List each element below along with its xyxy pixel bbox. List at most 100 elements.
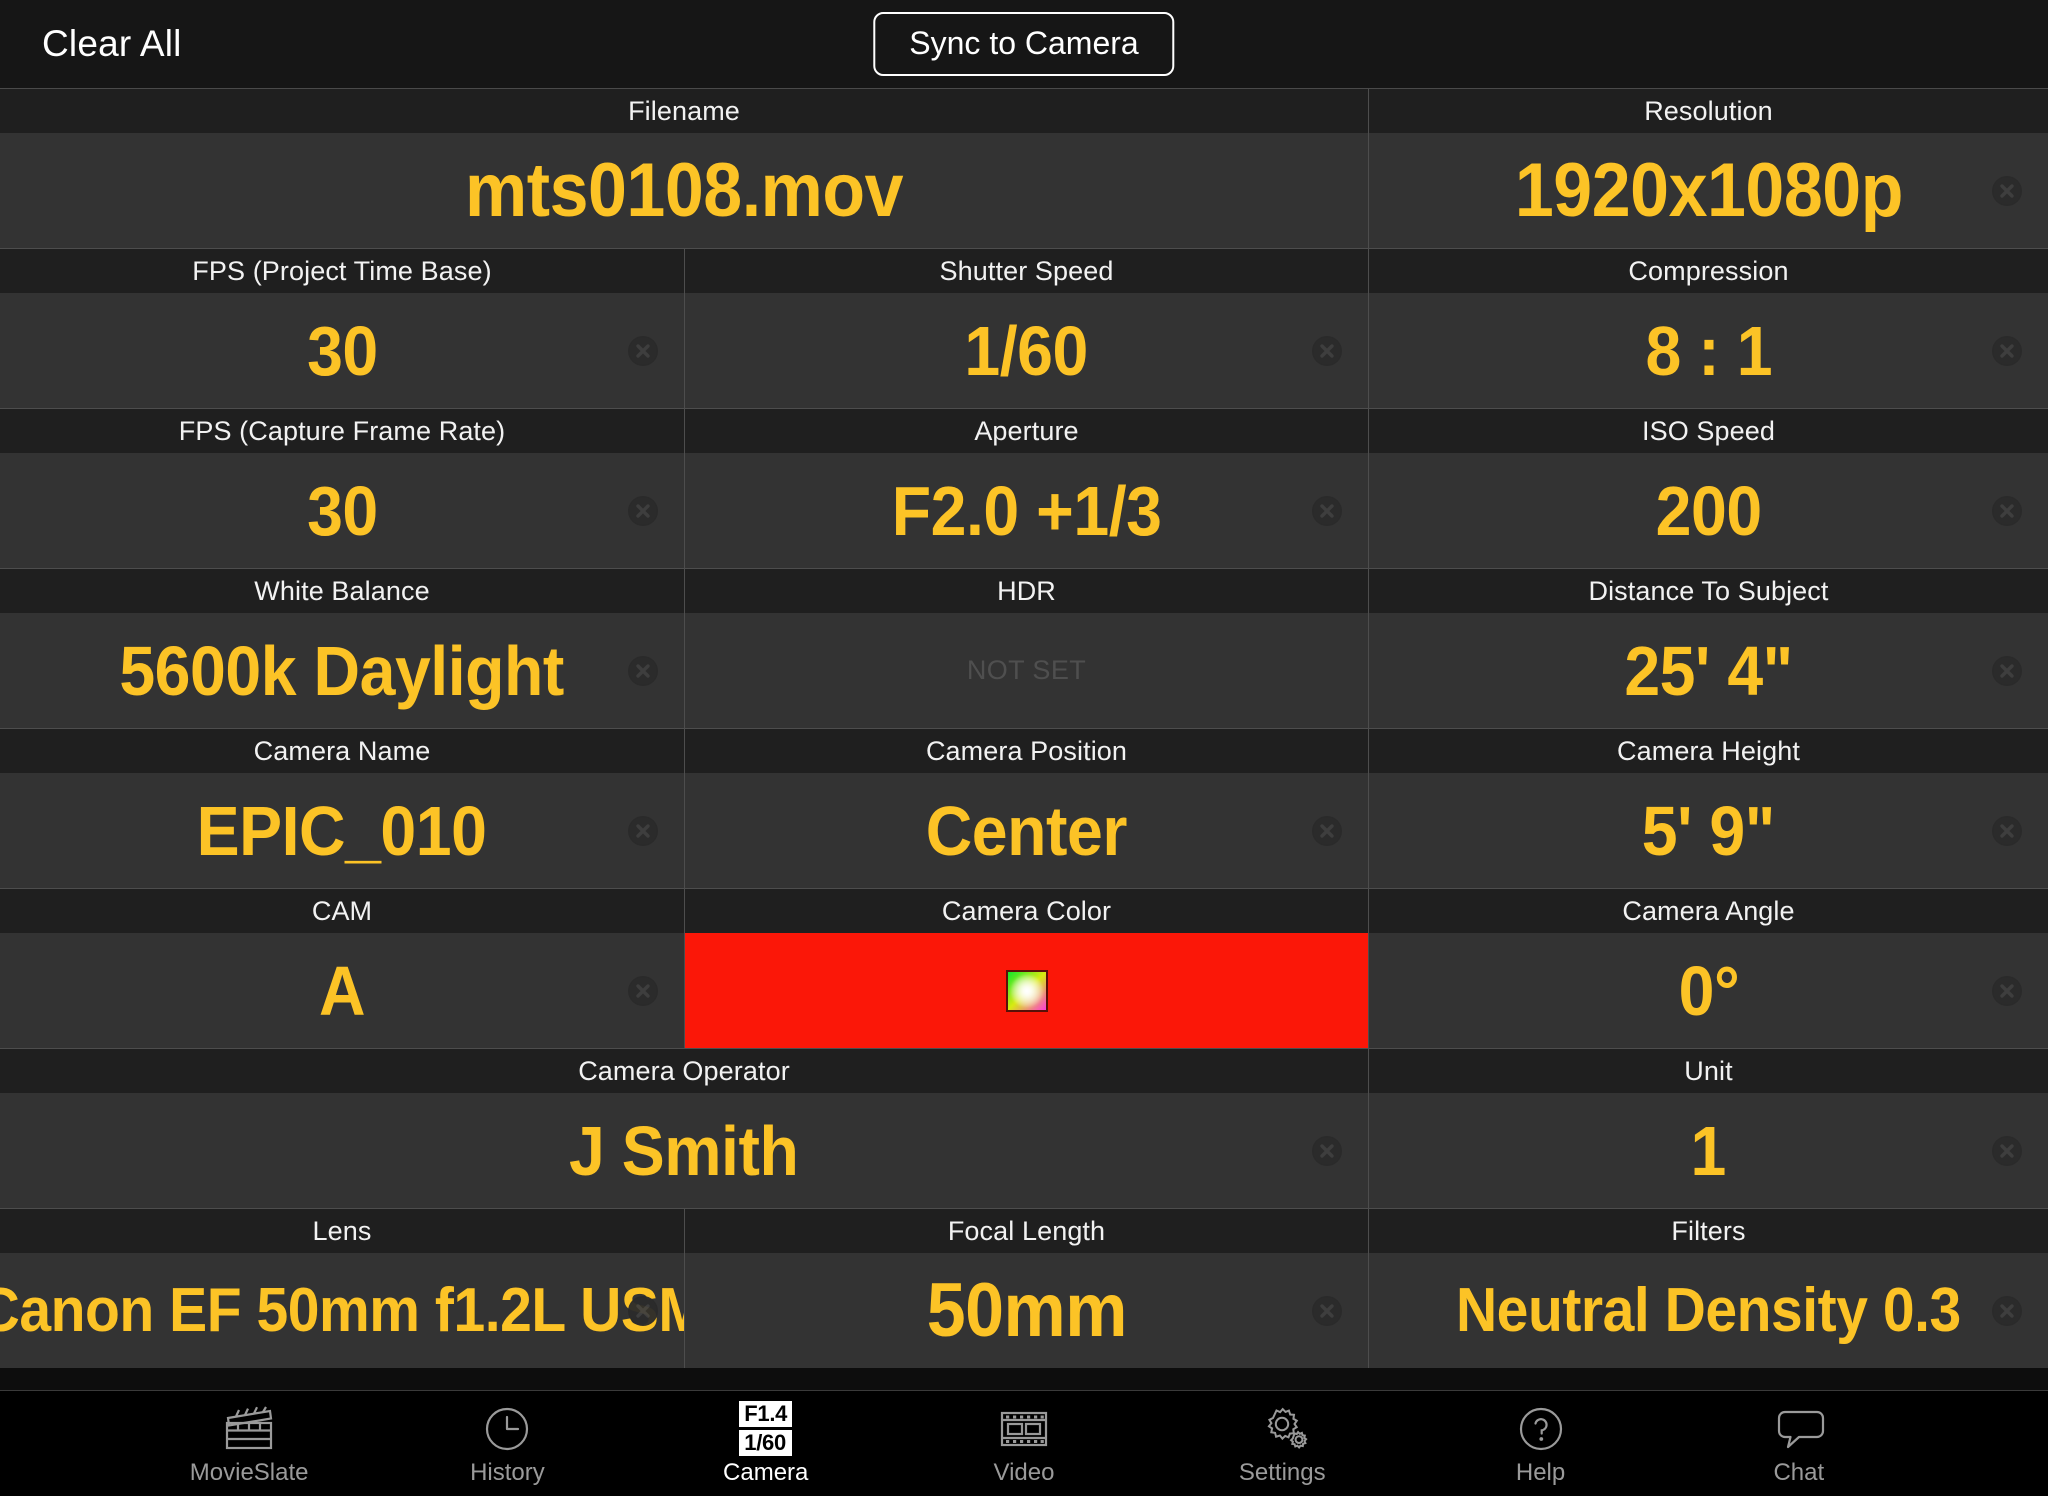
clear-field-icon[interactable] <box>1992 175 2022 206</box>
clear-field-icon[interactable] <box>1312 495 1342 526</box>
tab-history[interactable]: History <box>378 1391 636 1496</box>
clear-all-button[interactable]: Clear All <box>42 23 182 65</box>
field-value: Neutral Density 0.3 <box>1456 1275 1961 1345</box>
field-lens[interactable]: Lens Canon EF 50mm f1.2L USM <box>0 1209 684 1368</box>
field-label: Aperture <box>685 409 1368 453</box>
field-camera-name[interactable]: Camera Name EPIC_010 <box>0 729 684 888</box>
field-filters[interactable]: Filters Neutral Density 0.3 <box>1368 1209 2048 1368</box>
field-label: Camera Angle <box>1369 889 2048 933</box>
clear-field-icon[interactable] <box>1312 815 1342 846</box>
field-body[interactable]: 5600k Daylight <box>0 613 684 728</box>
field-label: Resolution <box>1369 89 2048 133</box>
clapperboard-icon <box>223 1403 275 1455</box>
field-iso-speed[interactable]: ISO Speed 200 <box>1368 409 2048 568</box>
color-picker-icon[interactable] <box>1005 969 1048 1012</box>
clear-field-icon[interactable] <box>628 975 658 1006</box>
field-body[interactable]: J Smith <box>0 1093 1368 1208</box>
question-circle-icon <box>1518 1403 1564 1455</box>
speech-bubble-icon <box>1773 1403 1825 1455</box>
clear-field-icon[interactable] <box>628 815 658 846</box>
field-body[interactable]: mts0108.mov <box>0 133 1368 248</box>
clock-icon <box>484 1403 530 1455</box>
field-label: Focal Length <box>685 1209 1368 1253</box>
field-unit[interactable]: Unit 1 <box>1368 1049 2048 1208</box>
clear-field-icon[interactable] <box>1992 495 2022 526</box>
field-body[interactable]: EPIC_010 <box>0 773 684 888</box>
camera-color-swatch[interactable] <box>685 933 1368 1048</box>
field-camera-position[interactable]: Camera Position Center <box>684 729 1368 888</box>
tab-camera[interactable]: F1.4 1/60 Camera <box>637 1391 895 1496</box>
field-label: Filters <box>1369 1209 2048 1253</box>
tab-label: Chat <box>1773 1458 1825 1486</box>
clear-field-icon[interactable] <box>1992 655 2022 686</box>
field-body[interactable]: 1920x1080p <box>1369 133 2048 248</box>
field-camera-operator[interactable]: Camera Operator J Smith <box>0 1049 1368 1208</box>
field-aperture[interactable]: Aperture F2.0 +1/3 <box>684 409 1368 568</box>
field-label: Unit <box>1369 1049 2048 1093</box>
clear-field-icon[interactable] <box>1312 335 1342 366</box>
field-value: A <box>318 951 366 1030</box>
clear-field-icon[interactable] <box>1992 815 2022 846</box>
field-camera-color[interactable]: Camera Color <box>684 889 1368 1048</box>
field-body[interactable]: Neutral Density 0.3 <box>1369 1253 2048 1368</box>
field-label: Camera Color <box>685 889 1368 933</box>
clear-field-icon[interactable] <box>1992 1295 2022 1326</box>
field-body[interactable]: F2.0 +1/3 <box>685 453 1368 568</box>
field-shutter-speed[interactable]: Shutter Speed 1/60 <box>684 249 1368 408</box>
field-body[interactable]: 1 <box>1369 1093 2048 1208</box>
field-label: FPS (Project Time Base) <box>0 249 684 293</box>
field-body[interactable]: 30 <box>0 453 684 568</box>
clear-field-icon[interactable] <box>1992 1135 2022 1166</box>
field-white-balance[interactable]: White Balance 5600k Daylight <box>0 569 684 728</box>
tab-label: Camera <box>723 1458 809 1486</box>
tab-movieslate[interactable]: MovieSlate <box>120 1391 378 1496</box>
bottom-tab-bar: MovieSlate History F1.4 1/60 Camera Vide… <box>0 1390 2048 1496</box>
sync-to-camera-button[interactable]: Sync to Camera <box>873 12 1175 76</box>
field-camera-angle[interactable]: Camera Angle 0° <box>1368 889 2048 1048</box>
field-body[interactable]: Canon EF 50mm f1.2L USM <box>0 1253 684 1368</box>
field-distance-to-subject[interactable]: Distance To Subject 25' 4" <box>1368 569 2048 728</box>
field-label: Filename <box>0 89 1368 133</box>
field-body[interactable]: A <box>0 933 684 1048</box>
clear-field-icon[interactable] <box>628 335 658 366</box>
clear-field-icon[interactable] <box>1992 975 2022 1006</box>
field-resolution[interactable]: Resolution 1920x1080p <box>1368 89 2048 248</box>
field-body[interactable]: 50mm <box>685 1253 1368 1368</box>
clear-field-icon[interactable] <box>1992 335 2022 366</box>
field-fps-project-time-base[interactable]: FPS (Project Time Base) 30 <box>0 249 684 408</box>
clear-field-icon[interactable] <box>628 1295 658 1326</box>
tab-label: Help <box>1515 1458 1566 1486</box>
grid-row: FPS (Project Time Base) 30 Shutter Speed… <box>0 248 2048 408</box>
grid-row: Lens Canon EF 50mm f1.2L USM Focal Lengt… <box>0 1208 2048 1368</box>
tab-video[interactable]: Video <box>895 1391 1153 1496</box>
field-fps-capture-frame-rate[interactable]: FPS (Capture Frame Rate) 30 <box>0 409 684 568</box>
field-filename[interactable]: Filename mts0108.mov <box>0 89 1368 248</box>
clear-field-icon[interactable] <box>1312 1295 1342 1326</box>
field-body[interactable]: 25' 4" <box>1369 613 2048 728</box>
field-body[interactable]: Center <box>685 773 1368 888</box>
field-hdr[interactable]: HDR NOT SET <box>684 569 1368 728</box>
tab-settings[interactable]: Settings <box>1153 1391 1411 1496</box>
field-value: 50mm <box>926 1267 1127 1353</box>
field-body[interactable]: 1/60 <box>685 293 1368 408</box>
field-value-placeholder: NOT SET <box>966 655 1087 685</box>
field-cam[interactable]: CAM A <box>0 889 684 1048</box>
field-body[interactable]: 0° <box>1369 933 2048 1048</box>
field-body[interactable]: 200 <box>1369 453 2048 568</box>
field-body[interactable]: 30 <box>0 293 684 408</box>
grid-row: FPS (Capture Frame Rate) 30 Aperture F2.… <box>0 408 2048 568</box>
clear-field-icon[interactable] <box>628 495 658 526</box>
field-body[interactable]: 5' 9" <box>1369 773 2048 888</box>
tab-chat[interactable]: Chat <box>1670 1391 1928 1496</box>
clear-field-icon[interactable] <box>628 655 658 686</box>
field-value: 5' 9" <box>1641 791 1776 870</box>
field-body[interactable]: NOT SET <box>685 613 1368 728</box>
tab-help[interactable]: Help <box>1411 1391 1669 1496</box>
field-label: Shutter Speed <box>685 249 1368 293</box>
field-camera-height[interactable]: Camera Height 5' 9" <box>1368 729 2048 888</box>
clear-field-icon[interactable] <box>1312 1135 1342 1166</box>
field-compression[interactable]: Compression 8 : 1 <box>1368 249 2048 408</box>
field-focal-length[interactable]: Focal Length 50mm <box>684 1209 1368 1368</box>
field-value: Center <box>925 791 1128 870</box>
field-body[interactable]: 8 : 1 <box>1369 293 2048 408</box>
